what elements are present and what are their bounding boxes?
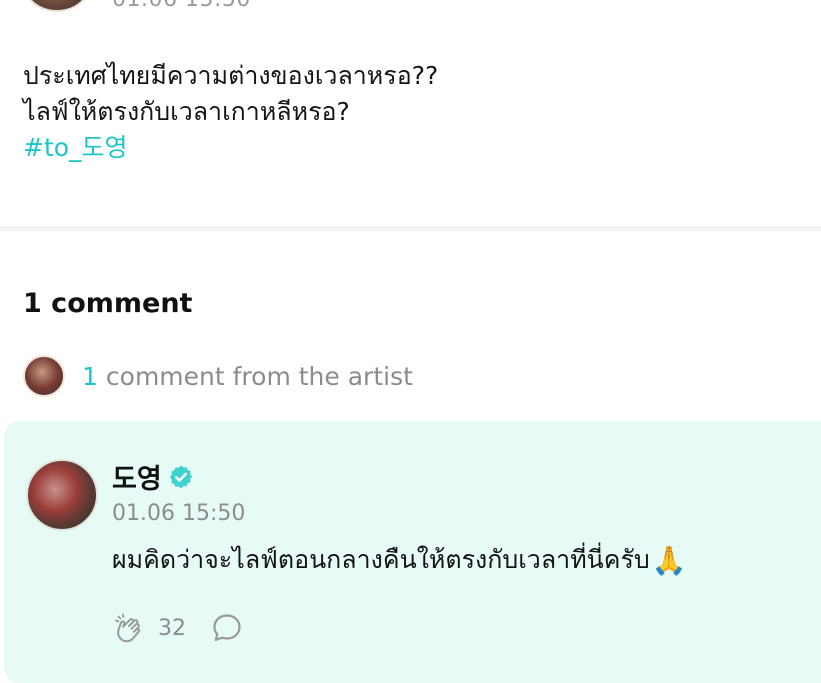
- post-author-avatar[interactable]: [23, 0, 91, 12]
- artist-comment-card: 도영 01.06 15:50 ผมคิดว่าจะไลฟ์ตอนกลางคืนใ…: [4, 421, 821, 683]
- comment-count-heading: 1 comment: [23, 288, 193, 319]
- post-line-2: ไลฟ์ให้ตรงกับเวลาเกาหลีหรอ?: [23, 97, 350, 126]
- post-line-1: ประเทศไทยมีความต่างของเวลาหรอ??: [23, 61, 439, 90]
- comment-text: ผมคิดว่าจะไลฟ์ตอนกลางคืนให้ตรงกับเวลาที่…: [112, 540, 687, 580]
- post-hashtag-link[interactable]: #to_도영: [23, 130, 438, 166]
- artist-comment-summary-text: comment from the artist: [105, 361, 413, 391]
- comment-actions: 32: [112, 611, 244, 645]
- artist-comment-count: 1: [82, 361, 98, 391]
- artist-comment-summary[interactable]: 1 comment from the artist: [23, 354, 413, 398]
- comment-timestamp: 01.06 15:50: [112, 501, 246, 526]
- artist-mini-avatar: [23, 355, 65, 397]
- artist-name[interactable]: 도영: [112, 457, 162, 496]
- speech-bubble-icon[interactable]: [210, 611, 244, 645]
- comment-text-body: ผมคิดว่าจะไลฟ์ตอนกลางคืนให้ตรงกับเวลาที่…: [112, 545, 650, 574]
- section-divider: [0, 226, 821, 231]
- like-count: 32: [158, 615, 186, 641]
- post-timestamp: 01.06 15:50: [112, 0, 251, 12]
- verified-badge-icon: [169, 465, 192, 488]
- cheer-hand-icon[interactable]: [112, 611, 146, 645]
- artist-name-row: 도영: [112, 457, 194, 496]
- praying-hands-emoji: 🙏: [651, 544, 687, 577]
- artist-avatar[interactable]: [26, 459, 98, 531]
- post-body: ประเทศไทยมีความต่างของเวลาหรอ?? ไลฟ์ให้ต…: [23, 58, 438, 166]
